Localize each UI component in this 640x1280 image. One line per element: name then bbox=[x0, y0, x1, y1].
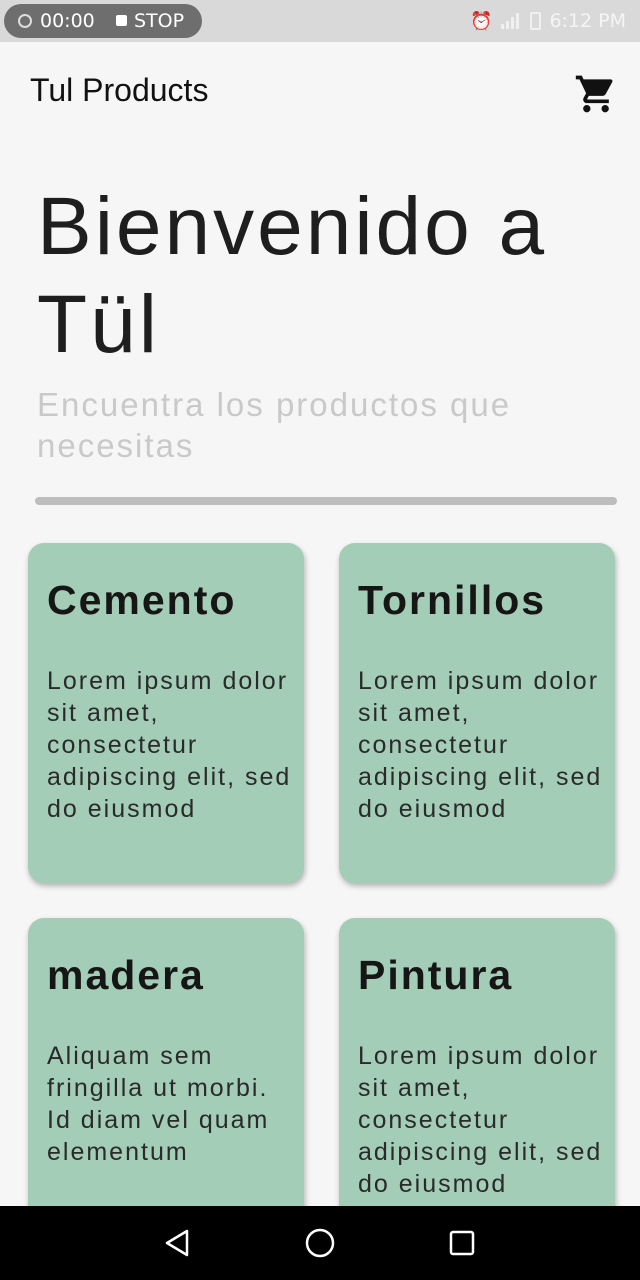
recents-icon[interactable] bbox=[442, 1223, 482, 1263]
status-bar: 00:00 STOP ⏰ 6:12 PM bbox=[0, 0, 640, 42]
record-time: 00:00 bbox=[40, 10, 95, 32]
card-description: Aliquam sem fringilla ut morbi. Id diam … bbox=[47, 1042, 270, 1166]
alarm-icon: ⏰ bbox=[470, 10, 493, 32]
hero-title: Bienvenido a Tül bbox=[37, 181, 548, 370]
stop-label[interactable]: STOP bbox=[134, 4, 184, 38]
screen-recorder-pill[interactable]: 00:00 STOP bbox=[4, 4, 202, 38]
home-icon[interactable] bbox=[300, 1223, 340, 1263]
stop-icon bbox=[116, 15, 127, 26]
product-card-tornillos[interactable]: Tornillos Lorem ipsum dolor sit amet, co… bbox=[339, 543, 615, 883]
app-title: Tul Products bbox=[30, 72, 209, 108]
status-clock: 6:12 PM bbox=[549, 10, 626, 32]
card-title: Tornillos bbox=[358, 577, 547, 623]
back-icon[interactable] bbox=[158, 1223, 198, 1263]
battery-icon bbox=[530, 12, 542, 30]
card-description: Lorem ipsum dolor sit amet, consectetur … bbox=[358, 667, 603, 823]
status-icons: ⏰ 6:12 PM bbox=[470, 0, 626, 42]
navigation-bar bbox=[0, 1206, 640, 1280]
card-title: Cemento bbox=[47, 577, 237, 623]
record-dot-icon bbox=[18, 14, 32, 28]
product-card-cemento[interactable]: Cemento Lorem ipsum dolor sit amet, cons… bbox=[28, 543, 304, 883]
card-title: madera bbox=[47, 952, 205, 998]
card-title: Pintura bbox=[358, 952, 514, 998]
card-description: Lorem ipsum dolor sit amet, consectetur … bbox=[47, 667, 292, 823]
divider bbox=[35, 497, 617, 505]
cart-icon[interactable] bbox=[574, 72, 618, 116]
hero-subtitle: Encuentra los productos que necesitas bbox=[37, 386, 512, 464]
card-description: Lorem ipsum dolor sit amet, consectetur … bbox=[358, 1042, 603, 1198]
signal-icon bbox=[501, 13, 520, 29]
